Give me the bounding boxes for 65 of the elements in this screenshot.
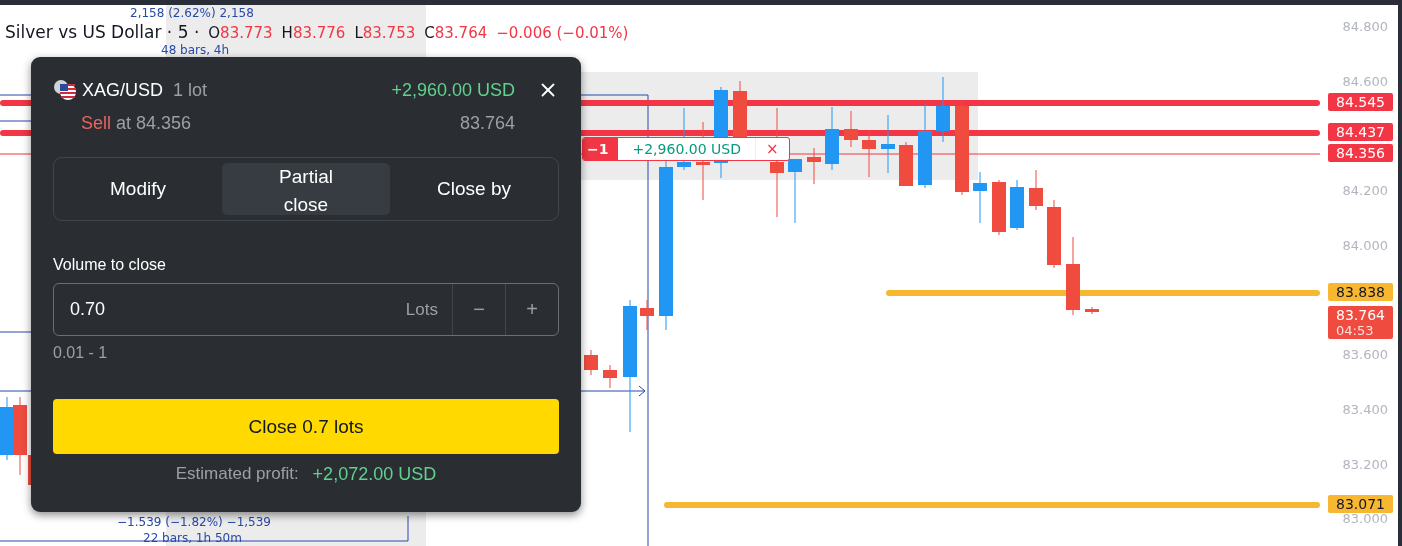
current-price: 83.764: [459, 113, 515, 134]
volume-field[interactable]: 0.70 Lots − +: [53, 283, 559, 336]
price-change: −0.006 (−0.01%): [496, 24, 629, 42]
mode-tab[interactable]: Close by: [390, 163, 558, 215]
ohlc-value: L83.753: [354, 24, 416, 42]
price-tag: 84.356: [1328, 144, 1393, 162]
price-tick: 84.000: [1342, 237, 1388, 253]
volume-label: Volume to close: [53, 256, 167, 274]
candlestick: [899, 142, 913, 186]
decrease-button[interactable]: −: [452, 284, 505, 335]
price-tick: 84.600: [1342, 73, 1388, 89]
price-tag: 83.071: [1328, 495, 1393, 513]
candlestick: [0, 397, 14, 460]
candlestick: [881, 115, 895, 173]
flag-icon: [53, 79, 77, 101]
unit-label: Lots: [405, 299, 438, 320]
measurement-text: 48 bars, 4h: [161, 43, 230, 57]
candlestick: [1029, 170, 1043, 210]
candlestick: [825, 107, 839, 170]
estimate-value: +2,072.00 USD: [312, 464, 437, 485]
candlestick: [973, 172, 987, 223]
candlestick: [603, 365, 617, 388]
candlestick: [936, 77, 950, 142]
price-tag: 84.545: [1328, 93, 1393, 111]
candlestick: [862, 130, 876, 177]
position-size: 1 lot: [173, 79, 209, 101]
position-profit: +2,960.00 USD: [631, 140, 742, 159]
close-position-button[interactable]: ×: [754, 138, 789, 160]
measurement-text: 2,158 (2.62%) 2,158: [130, 6, 254, 20]
candlestick: [992, 180, 1006, 235]
price-tick: 83.000: [1342, 511, 1388, 527]
candlestick: [1010, 180, 1024, 230]
symbol-name: XAG/USD: [82, 79, 164, 101]
candlestick: [584, 350, 598, 375]
chart-title: Silver vs US Dollar · 5 ·: [5, 22, 200, 42]
mode-tab[interactable]: Partial close: [222, 163, 390, 215]
entry-price: at 84.356: [116, 113, 193, 134]
close-lots-button[interactable]: Close 0.7 lots: [53, 399, 559, 454]
ohlc-value: C83.764: [424, 24, 488, 42]
measurement-text: 22 bars, 1h 50m: [143, 531, 242, 545]
increase-button[interactable]: +: [505, 284, 558, 335]
mode-tab[interactable]: Modify: [54, 163, 222, 215]
bar-timer: 04:53: [1336, 323, 1375, 338]
price-tick: 83.400: [1342, 401, 1388, 417]
volume-range: 0.01 - 1: [53, 344, 109, 362]
candlestick: [844, 111, 858, 147]
measurement-text: −1.539 (−1.82%) −1,539: [117, 515, 271, 529]
price-tag: 83.838: [1328, 283, 1393, 301]
price-tick: 84.800: [1342, 19, 1388, 34]
price-tag: 84.437: [1328, 123, 1393, 141]
position-pnl: +2,960.00 USD: [391, 79, 515, 101]
candlestick: [640, 300, 654, 330]
ohlc-value: H83.776: [281, 24, 346, 42]
price-tick: 84.200: [1342, 183, 1388, 199]
price-tick: 83.200: [1342, 456, 1388, 472]
price-tick: 83.600: [1342, 347, 1388, 363]
candlestick: [807, 148, 821, 184]
trade-side: Sell: [81, 113, 111, 134]
price-tag: 83.764 04:53: [1328, 306, 1393, 339]
position-label[interactable]: −1 +2,960.00 USD ×: [582, 137, 790, 161]
estimate-label: Estimated profit:: [175, 464, 299, 485]
candlestick: [788, 159, 802, 223]
ohlc-value: O83.773: [208, 24, 273, 42]
position-quantity: −1: [583, 138, 619, 160]
candlestick: [1047, 200, 1061, 268]
